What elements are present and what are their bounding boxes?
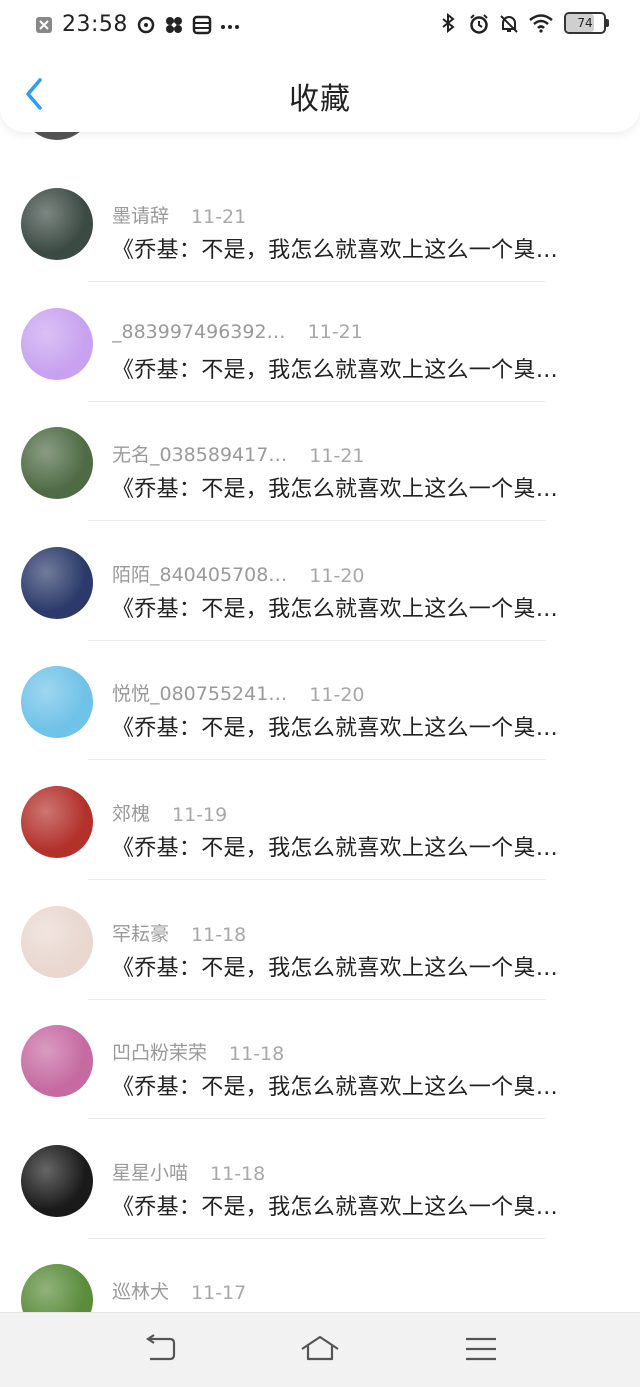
username[interactable]: _883997496392… xyxy=(112,321,286,343)
close-box-icon xyxy=(34,15,54,35)
storage-icon xyxy=(192,15,212,35)
list-item[interactable]: 凹凸粉茉荣 11-18 《乔基：不是，我怎么就喜欢上这么一个臭… xyxy=(0,983,640,1120)
avatar[interactable] xyxy=(21,1144,93,1217)
item-meta: 星星小喵 11-18 xyxy=(112,1158,265,1185)
item-date: 11-18 xyxy=(191,923,247,946)
item-date: 11-19 xyxy=(172,804,228,826)
list-item[interactable]: 无名_038589417… 11-21 《乔基：不是，我怎么就喜欢上这么一个臭… xyxy=(0,385,640,522)
avatar[interactable] xyxy=(21,427,93,500)
status-left: 23:58 xyxy=(34,12,240,37)
item-content[interactable]: 《乔基：不是，我怎么就喜欢上这么一个臭… xyxy=(112,352,602,384)
list-item[interactable]: 星星小喵 11-18 《乔基：不是，我怎么就喜欢上这么一个臭… xyxy=(0,1103,640,1239)
app-header: 收藏 xyxy=(0,52,640,132)
alarm-icon xyxy=(468,13,488,34)
item-date: 11-20 xyxy=(309,564,365,587)
item-date: 11-17 xyxy=(191,1282,247,1305)
username[interactable]: 罕耘豪 xyxy=(112,919,169,946)
nav-menu-button[interactable] xyxy=(462,1331,502,1367)
fan-icon xyxy=(164,15,184,35)
username[interactable]: 郊槐 xyxy=(112,799,150,826)
avatar[interactable] xyxy=(21,188,93,260)
nav-back-button[interactable] xyxy=(140,1331,180,1367)
bluetooth-icon xyxy=(438,12,458,34)
status-right: 74 xyxy=(438,12,609,34)
item-content[interactable]: 《乔基：不是，我怎么就喜欢上这么一个臭… xyxy=(112,710,602,742)
item-date: 11-20 xyxy=(309,684,365,707)
item-date: 11-18 xyxy=(210,1162,266,1185)
battery-level: 74 xyxy=(577,16,593,30)
item-content[interactable]: 《乔基：不是，我怎么就喜欢上这么一个臭… xyxy=(112,1069,602,1101)
avatar[interactable] xyxy=(21,546,93,619)
username[interactable]: 无名_038589417… xyxy=(112,440,287,467)
avatar[interactable] xyxy=(21,905,93,978)
item-meta: 墨请辞 11-21 xyxy=(112,201,246,228)
list-item[interactable]: 陌陌_840405708… 11-20 《乔基：不是，我怎么就喜欢上这么一个臭… xyxy=(0,505,640,641)
item-meta: 巡林犬 11-17 xyxy=(112,1277,246,1304)
list-item[interactable]: 郊槐 11-19 《乔基：不是，我怎么就喜欢上这么一个臭… xyxy=(0,744,640,880)
item-content[interactable]: 《乔基：不是，我怎么就喜欢上这么一个臭… xyxy=(112,232,602,264)
item-date: 11-18 xyxy=(229,1043,285,1066)
item-date: 11-21 xyxy=(191,206,247,228)
item-meta: _883997496392… 11-21 xyxy=(112,321,363,343)
list-item[interactable]: 墨请辞 11-21 《乔基：不是，我怎么就喜欢上这么一个臭… xyxy=(0,146,640,282)
item-content[interactable]: 《乔基：不是，我怎么就喜欢上这么一个臭… xyxy=(112,591,602,623)
home-icon xyxy=(301,1335,339,1361)
item-meta: 悦悦_080755241… 11-20 xyxy=(112,679,365,706)
menu-icon xyxy=(466,1337,496,1361)
avatar[interactable] xyxy=(21,666,93,739)
status-bar: 23:58 74 xyxy=(0,0,640,52)
system-nav-bar xyxy=(0,1312,640,1387)
item-meta: 凹凸粉茉荣 11-18 xyxy=(112,1038,284,1065)
nav-home-button[interactable] xyxy=(300,1331,340,1367)
list-item[interactable]: 罕耘豪 11-18 《乔基：不是，我怎么就喜欢上这么一个臭… xyxy=(0,864,640,1000)
avatar[interactable] xyxy=(21,1025,93,1098)
battery-icon: 74 xyxy=(564,12,609,34)
avatar[interactable] xyxy=(21,786,93,858)
item-content[interactable]: 《乔基：不是，我怎么就喜欢上这么一个臭… xyxy=(112,830,602,862)
list-item[interactable]: 悦悦_080755241… 11-20 《乔基：不是，我怎么就喜欢上这么一个臭… xyxy=(0,624,640,761)
username[interactable]: 墨请辞 xyxy=(112,201,169,228)
item-content[interactable]: 《乔基：不是，我怎么就喜欢上这么一个臭… xyxy=(112,1189,602,1221)
item-date: 11-21 xyxy=(309,445,365,468)
more-dots-icon xyxy=(220,15,240,35)
item-date: 11-21 xyxy=(307,320,363,343)
back-icon xyxy=(146,1334,176,1361)
username[interactable]: 巡林犬 xyxy=(112,1277,169,1304)
wifi-icon xyxy=(528,13,554,33)
username[interactable]: 陌陌_840405708… xyxy=(112,560,287,587)
status-time: 23:58 xyxy=(62,12,128,37)
item-meta: 罕耘豪 11-18 xyxy=(112,919,246,946)
avatar[interactable] xyxy=(21,307,93,380)
mute-icon xyxy=(498,13,518,33)
item-meta: 陌陌_840405708… 11-20 xyxy=(112,560,365,587)
item-meta: 郊槐 11-19 xyxy=(112,799,227,826)
list-item[interactable]: _883997496392… 11-21 《乔基：不是，我怎么就喜欢上这么一个臭… xyxy=(0,266,640,402)
vivo-icon xyxy=(136,15,156,35)
item-content[interactable]: 《乔基：不是，我怎么就喜欢上这么一个臭… xyxy=(112,471,602,503)
username[interactable]: 悦悦_080755241… xyxy=(112,679,287,706)
page-title: 收藏 xyxy=(289,82,351,117)
username[interactable]: 星星小喵 xyxy=(112,1158,188,1185)
username[interactable]: 凹凸粉茉荣 xyxy=(112,1038,207,1065)
item-meta: 无名_038589417… 11-21 xyxy=(112,440,365,467)
item-content[interactable]: 《乔基：不是，我怎么就喜欢上这么一个臭… xyxy=(112,950,602,982)
